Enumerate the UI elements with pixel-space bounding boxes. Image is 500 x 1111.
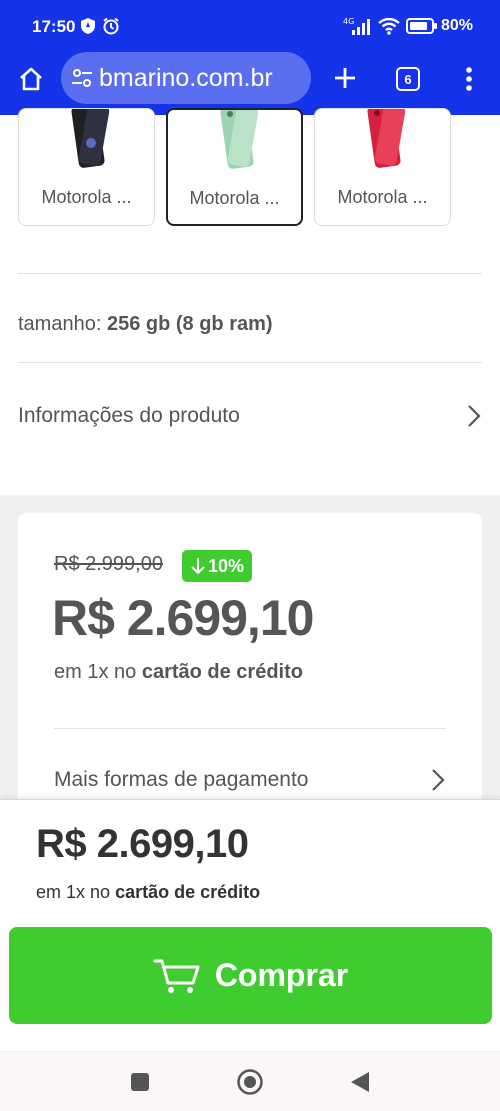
browser-toolbar: bmarino.com.br 6 <box>0 52 500 108</box>
old-price: R$ 2.999,00 <box>54 553 163 575</box>
wifi-icon <box>378 17 400 35</box>
square-icon <box>131 1073 149 1091</box>
variant-card-3[interactable]: Motorola ... <box>314 108 451 226</box>
home-nav-button[interactable] <box>236 1068 264 1096</box>
variant-label: Motorola ... <box>337 187 428 207</box>
product-info-row[interactable]: Informações do produto <box>18 398 482 434</box>
system-navigation-bar <box>0 1051 500 1111</box>
address-bar[interactable]: bmarino.com.br <box>61 52 311 104</box>
cart-icon <box>153 959 200 993</box>
divider <box>18 273 482 274</box>
phone-image <box>220 110 259 169</box>
divider <box>18 362 482 363</box>
more-payment-label: Mais formas de pagamento <box>54 768 309 791</box>
terms-method: cartão de crédito <box>115 882 261 902</box>
phone-image <box>367 109 406 168</box>
shield-icon <box>80 17 96 35</box>
variant-label: Motorola ... <box>189 188 280 208</box>
url-text: bmarino.com.br <box>99 63 273 92</box>
menu-button[interactable] <box>458 64 480 94</box>
status-time: 17:50 <box>32 17 76 36</box>
chevron-right-icon <box>468 405 481 427</box>
cell-signal-icon: 4G <box>343 17 373 35</box>
chevron-right-icon <box>432 769 445 791</box>
terms-prefix: em 1x no <box>54 661 137 683</box>
tab-switcher-button[interactable]: 6 <box>396 67 420 91</box>
alarm-icon <box>102 17 120 35</box>
current-price: R$ 2.699,10 <box>52 590 314 646</box>
recents-button[interactable] <box>126 1068 154 1096</box>
payment-terms: em 1x no cartão de crédito <box>54 661 303 684</box>
site-settings-icon[interactable] <box>71 67 93 89</box>
browser-chrome: 17:50 4G 80% bmarino.com.br 6 <box>0 0 500 115</box>
price-card: R$ 2.999,00 10% R$ 2.699,10 em 1x no car… <box>18 513 482 813</box>
status-bar: 17:50 4G 80% <box>0 0 500 52</box>
sticky-purchase-bar: R$ 2.699,10 em 1x no cartão de crédito C… <box>0 799 500 1051</box>
back-nav-button[interactable] <box>346 1068 374 1096</box>
sticky-price: R$ 2.699,10 <box>36 822 249 866</box>
plus-icon <box>335 68 355 88</box>
variant-card-1[interactable]: Motorola ... <box>18 108 155 226</box>
buy-button[interactable]: Comprar <box>9 927 492 1024</box>
arrow-down-icon <box>191 558 205 575</box>
more-payment-options-row[interactable]: Mais formas de pagamento <box>54 765 446 795</box>
discount-value: 10% <box>208 555 245 576</box>
sticky-payment-terms: em 1x no cartão de crédito <box>36 882 260 903</box>
home-button[interactable] <box>14 62 48 96</box>
circle-icon <box>237 1069 263 1095</box>
new-tab-button[interactable] <box>331 64 359 92</box>
buy-button-label: Comprar <box>214 957 349 993</box>
variant-card-2[interactable]: Motorola ... <box>166 108 303 226</box>
size-value: 256 gb (8 gb ram) <box>106 313 273 335</box>
terms-method: cartão de crédito <box>141 661 303 683</box>
divider <box>54 728 446 729</box>
phone-image <box>71 109 110 168</box>
svg-text:4G: 4G <box>343 17 354 26</box>
size-selection: tamanho: 256 gb (8 gb ram) <box>18 313 273 336</box>
home-icon <box>20 67 42 91</box>
product-info-label: Informações do produto <box>18 404 240 427</box>
back-triangle-icon <box>351 1072 369 1092</box>
more-vert-icon <box>466 67 472 91</box>
battery-icon <box>406 17 438 35</box>
discount-badge: 10% <box>182 550 253 582</box>
size-label: tamanho: <box>18 313 102 335</box>
battery-percent: 80% <box>441 17 474 34</box>
terms-prefix: em 1x no <box>36 882 111 902</box>
variant-label: Motorola ... <box>41 187 132 207</box>
